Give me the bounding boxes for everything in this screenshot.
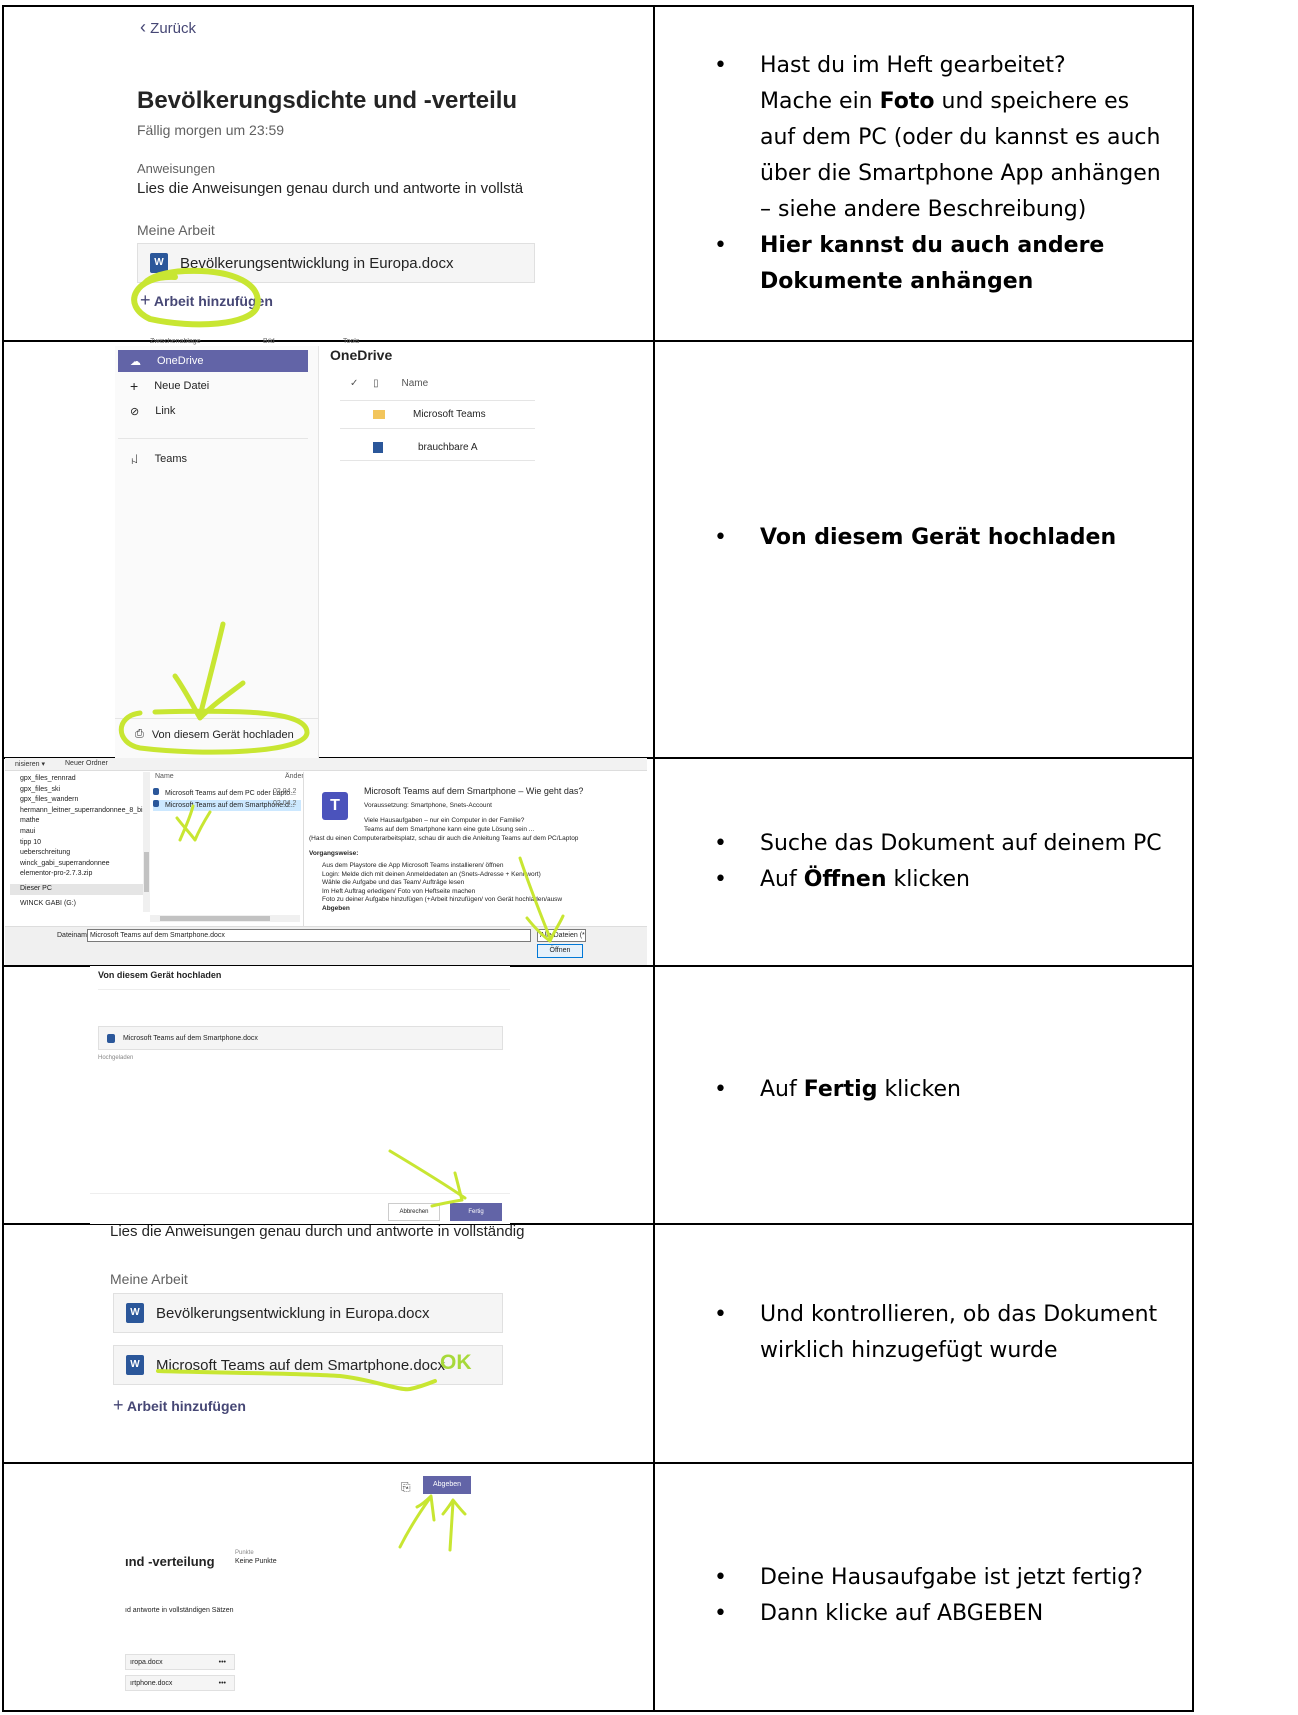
row6-instructions: Deine Hausaufgabe ist jetzt fertig? Dann…	[700, 1560, 1170, 1632]
bullet-item: Und kontrollieren, ob das Dokument wirkl…	[700, 1297, 1170, 1369]
annotation-arrows	[398, 1494, 467, 1552]
bullet-item: Auf Öffnen klicken	[700, 862, 1170, 898]
bullet-item: Auf Fertig klicken	[700, 1072, 1170, 1108]
row2-instructions: Von diesem Gerät hochladen	[700, 520, 1170, 556]
row4-instructions: Auf Fertig klicken	[700, 1072, 1170, 1108]
upload-menu-screenshot: Zwischenablage Bild Tools ☁ OneDrive + N…	[115, 338, 535, 758]
bullet-item: Dann klicke auf ABGEBEN	[700, 1596, 1170, 1632]
row1-instructions: Hast du im Heft gearbeitet? Mache ein Fo…	[700, 48, 1170, 300]
bullet-item: Von diesem Gerät hochladen	[700, 520, 1170, 556]
bullet-item: Hier kannst du auch andere Dokumente anh…	[700, 228, 1170, 300]
annotation-arrow	[388, 1149, 467, 1208]
file-open-dialog: nisieren ▾ Neuer Ordner gpx_files_rennra…	[5, 758, 647, 965]
bullet-item: Deine Hausaufgabe ist jetzt fertig?	[700, 1560, 1170, 1596]
underline-annotation	[156, 1369, 437, 1392]
column-divider	[653, 7, 655, 1710]
submit-screenshot: ⎘ Abgeben ınd -verteilung Punkte Keine P…	[105, 1462, 545, 1712]
annotation-arrow	[118, 621, 310, 755]
bullet-item: Suche das Dokument auf deinem PC	[700, 826, 1170, 862]
my-work-screenshot: Lies die Anweisungen genau durch und ant…	[100, 1223, 548, 1463]
upload-dialog-screenshot: Von diesem Gerät hochladen Microsoft Tea…	[90, 966, 510, 1224]
row5-instructions: Und kontrollieren, ob das Dokument wirkl…	[700, 1297, 1170, 1369]
highlight-circle	[131, 267, 261, 328]
annotation-arrows	[175, 804, 565, 943]
row3-instructions: Suche das Dokument auf deinem PC Auf Öff…	[700, 826, 1170, 898]
assignment-screenshot: ‹ Zurück Bevölkerungsdichte und -verteil…	[115, 7, 535, 337]
bullet-item: Hast du im Heft gearbeitet? Mache ein Fo…	[700, 48, 1170, 228]
